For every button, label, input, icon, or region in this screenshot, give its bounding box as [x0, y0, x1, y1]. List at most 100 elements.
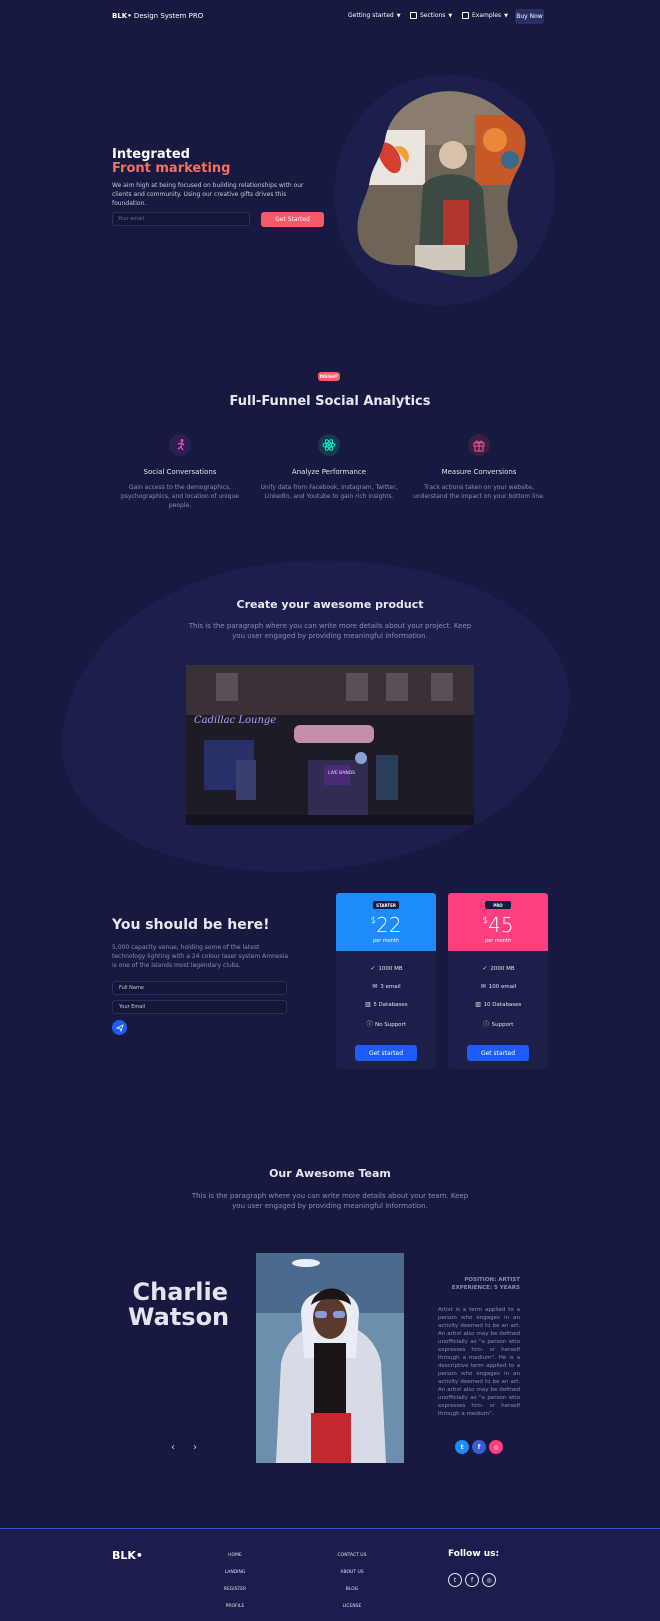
carousel-prev-button[interactable]: ‹	[171, 1442, 175, 1453]
street-lounge-image: Cadillac Lounge LIVE BANDS	[186, 665, 474, 825]
chevron-down-icon: ▼	[448, 12, 453, 19]
feature-title: Measure Conversions	[441, 468, 517, 476]
running-person-icon	[169, 434, 191, 456]
card-header: PRO $45 per month	[448, 893, 548, 951]
product-description: This is the paragraph where you can writ…	[188, 622, 472, 640]
twitter-icon[interactable]: t	[448, 1573, 462, 1587]
footer-link-landing[interactable]: LANDING	[205, 1570, 265, 1575]
hero-description: We aim high at being focused on building…	[112, 182, 304, 207]
feature-social-conversations: Social Conversations Gain access to the …	[110, 434, 250, 510]
card-header: STARTER $22 per month	[336, 893, 436, 951]
info-icon: ⓘ	[483, 1021, 490, 1028]
plan-features: ✓ 1000 MB ✉ 3 email ▥ 5 Databases ⓘ No Suppo…	[336, 951, 436, 1037]
feature-title: Analyze Performance	[291, 468, 367, 476]
info-icon: ⓘ	[366, 1021, 373, 1028]
nav-getting-started-label: Getting started	[348, 12, 394, 19]
your-email-input[interactable]: Your Email	[112, 1000, 287, 1014]
member-position: POSITION: ARTIST	[464, 1277, 520, 1283]
get-started-button[interactable]: Get Started	[261, 212, 324, 227]
feature-text: Unify data from Facebook, Instagram, Twi…	[260, 484, 398, 500]
nav-sections-label: Sections	[420, 12, 446, 19]
footer-link-home[interactable]: HOME	[205, 1553, 265, 1558]
product-title: Create your awesome product	[236, 598, 424, 611]
examples-icon	[462, 12, 469, 19]
list-item: ⓘ No Support	[366, 1021, 406, 1028]
footer-link-profile[interactable]: PROFILE	[205, 1604, 265, 1609]
plan-badge: PRO	[485, 901, 511, 909]
list-item: ▥ 10 Databases	[475, 1001, 522, 1008]
hero-title-line1: Integrated	[112, 147, 190, 162]
navbar: BLK• Design System PRO Getting started ▼ …	[0, 0, 660, 34]
footer-link-register[interactable]: REGISTER	[205, 1587, 265, 1592]
footer-logo[interactable]: BLK•	[112, 1549, 143, 1562]
check-icon: ✓	[482, 965, 488, 972]
analytics-title: Full-Funnel Social Analytics	[229, 394, 431, 409]
check-icon: ✓	[370, 965, 376, 972]
follow-us-label: Follow us:	[448, 1549, 500, 1559]
brand-link[interactable]: BLK• Design System PRO	[112, 12, 203, 20]
member-bio: Artist is a term applied to a person who…	[438, 1307, 520, 1417]
database-icon: ▥	[475, 1001, 481, 1008]
get-started-button[interactable]: Get started	[467, 1045, 529, 1061]
gift-icon	[468, 434, 490, 456]
carousel-next-button[interactable]: ›	[193, 1442, 197, 1453]
chevron-down-icon: ▼	[504, 12, 509, 19]
nav-getting-started[interactable]: Getting started ▼	[348, 12, 401, 19]
hero-title-line2: Front marketing	[112, 161, 231, 176]
plan-period: per month	[484, 938, 512, 944]
feature-title: Social Conversations	[143, 468, 217, 476]
list-item: ▥ 5 Databases	[364, 1001, 408, 1008]
facebook-icon[interactable]: f	[465, 1573, 479, 1587]
hero-title: Integrated Front marketing	[112, 148, 230, 176]
live-bands-sign: LIVE BANDS	[328, 770, 355, 776]
plan-price: $22	[370, 913, 402, 937]
nav-sections[interactable]: Sections ▼	[410, 12, 452, 19]
hero-email-input[interactable]: Your email	[112, 212, 250, 226]
list-item: ⓘ Support	[483, 1021, 514, 1028]
footer-link-about[interactable]: ABOUT US	[322, 1570, 382, 1575]
footer-link-blog[interactable]: BLOG	[322, 1587, 382, 1592]
member-experience: EXPERIENCE: 5 YEARS	[451, 1285, 520, 1291]
send-button[interactable]	[112, 1020, 127, 1035]
facebook-icon[interactable]: f	[472, 1440, 486, 1454]
twitter-icon[interactable]: t	[455, 1440, 469, 1454]
insight-badge: INSIGHT	[318, 372, 340, 381]
dribbble-icon[interactable]: ◎	[489, 1440, 503, 1454]
list-item: ✓ 1000 MB	[370, 965, 403, 972]
nav-examples-label: Examples	[472, 12, 502, 19]
get-started-button[interactable]: Get started	[355, 1045, 417, 1061]
atom-icon	[318, 434, 340, 456]
pricing-card-starter: STARTER $22 per month ✓ 1000 MB ✉ 3 email …	[336, 893, 436, 1069]
pricing-description: 5,000 capacity venue, holding some of th…	[112, 944, 289, 969]
email-icon: ✉	[480, 983, 486, 990]
plan-badge: STARTER	[373, 901, 399, 909]
team-description: This is the paragraph where you can writ…	[191, 1192, 469, 1210]
list-item: ✓ 2000 MB	[482, 965, 515, 972]
pricing-card-pro: PRO $45 per month ✓ 2000 MB ✉ 100 email ▥ 1…	[448, 893, 548, 1069]
buy-now-button[interactable]: Buy Now	[515, 9, 544, 24]
list-item: ✉ 100 email	[480, 983, 517, 990]
plan-features: ✓ 2000 MB ✉ 100 email ▥ 10 Databases ⓘ Suppo…	[448, 951, 548, 1037]
chevron-down-icon: ▼	[396, 12, 401, 19]
footer-link-license[interactable]: LICENSE	[322, 1604, 382, 1609]
send-icon	[115, 1023, 124, 1032]
sections-icon	[410, 12, 417, 19]
pricing-title: You should be here!	[112, 917, 270, 933]
member-name: Charlie Watson	[128, 1278, 230, 1331]
plan-price: $45	[482, 913, 514, 937]
nav-examples[interactable]: Examples ▼	[462, 12, 508, 19]
feature-measure-conversions: Measure Conversions Track actions taken …	[409, 434, 549, 501]
full-name-input[interactable]: Full Name	[112, 981, 287, 995]
member-portrait	[256, 1253, 404, 1463]
member-meta: POSITION: ARTIST EXPERIENCE: 5 YEARS	[420, 1276, 520, 1292]
database-icon: ▥	[364, 1001, 371, 1008]
plan-period: per month	[372, 938, 400, 944]
list-item: ✉ 3 email	[372, 983, 401, 990]
feature-text: Track actions taken on your website, und…	[413, 484, 545, 500]
dribbble-icon[interactable]: ◎	[482, 1573, 496, 1587]
neon-sign-text: Cadillac Lounge	[194, 715, 276, 726]
team-title: Our Awesome Team	[269, 1167, 391, 1180]
feature-text: Gain access to the demographics, psychog…	[121, 484, 239, 509]
footer-link-contact[interactable]: CONTACT US	[322, 1553, 382, 1558]
email-icon: ✉	[372, 983, 378, 990]
